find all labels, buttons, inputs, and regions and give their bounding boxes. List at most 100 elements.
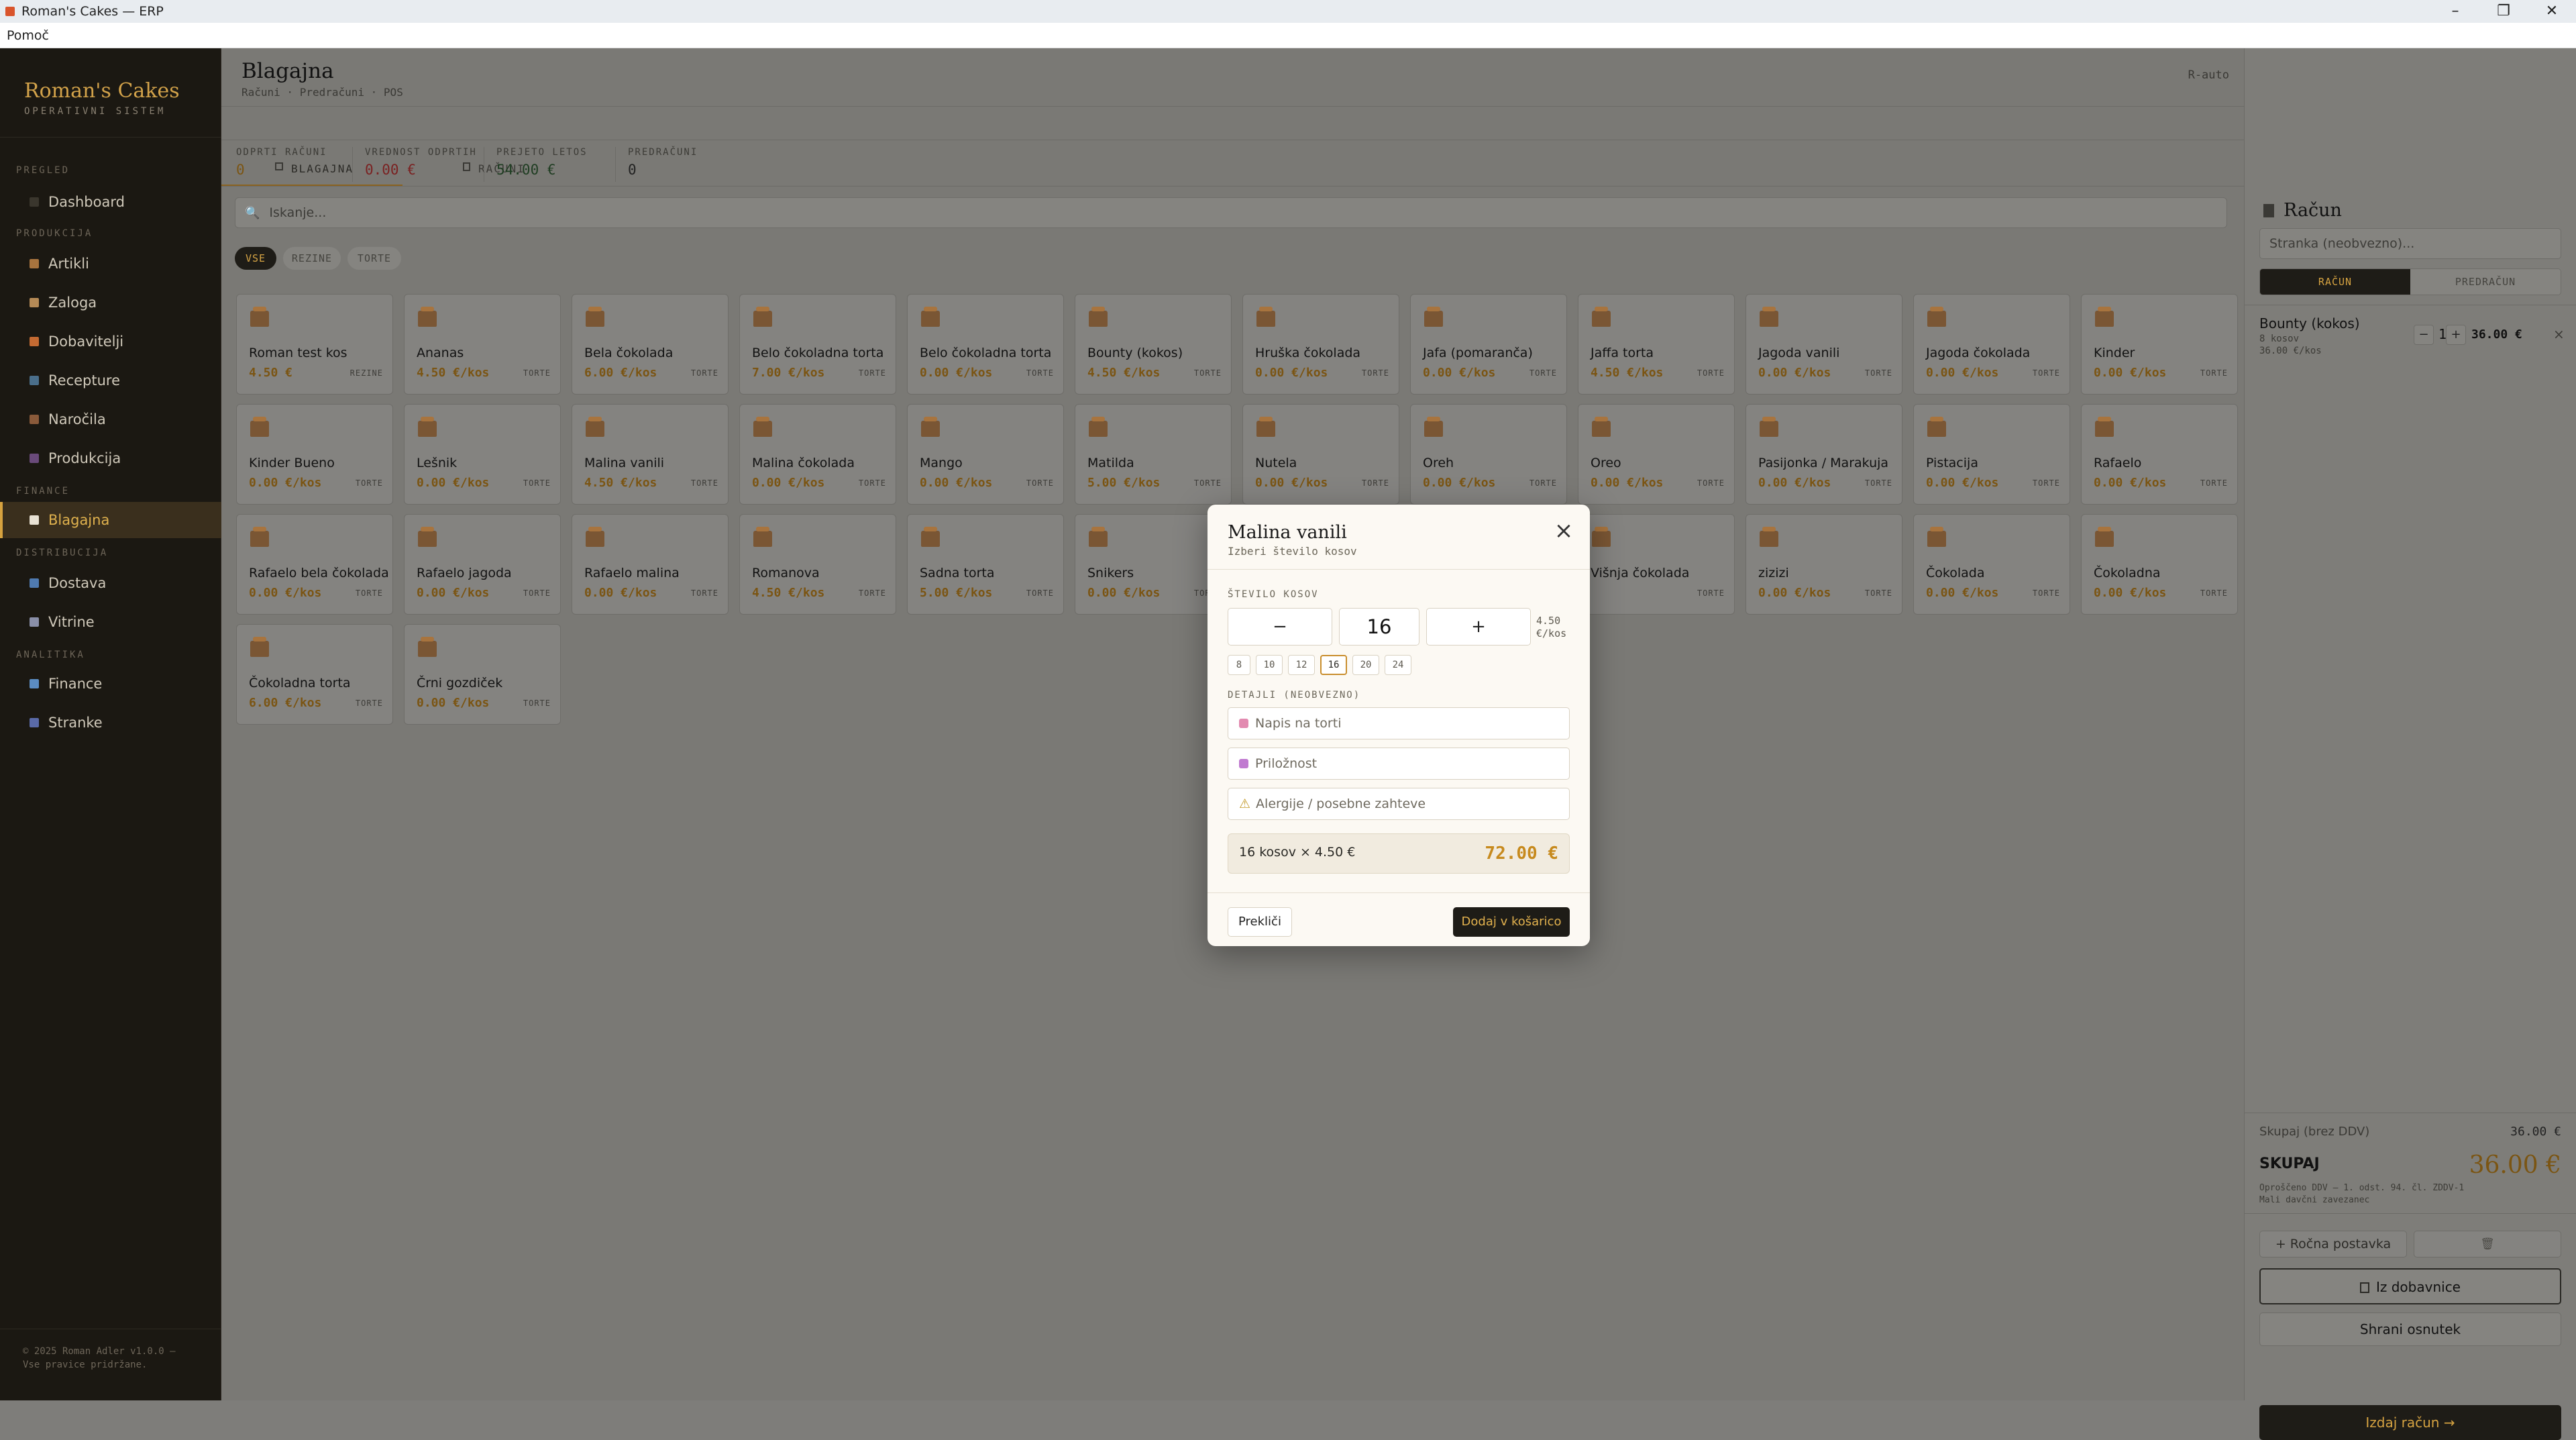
sidebar-item-vitrine[interactable]: Vitrine [0, 604, 221, 640]
product-card[interactable]: Oreo 0.00 €/kos TORTE [1578, 404, 1735, 505]
preset-16[interactable]: 16 [1320, 655, 1347, 675]
delete-icon[interactable]: 🗑 [2414, 1231, 2561, 1257]
inscription-input[interactable]: Napis na torti [1228, 707, 1570, 739]
product-card[interactable]: Rafaelo 0.00 €/kos TORTE [2081, 404, 2238, 505]
search-input[interactable]: 🔍 Iskanje... [235, 197, 2227, 228]
preset-12[interactable]: 12 [1288, 655, 1315, 675]
cart-item-total: 36.00 € [2471, 327, 2522, 342]
sidebar-item-narocila[interactable]: Naročila [0, 401, 221, 438]
product-card[interactable]: zizizi 0.00 €/kos TORTE [1746, 514, 1902, 615]
search-icon: 🔍 [245, 205, 260, 220]
filter-torte[interactable]: TORTE [347, 247, 401, 270]
product-card[interactable]: Bela čokolada 6.00 €/kos TORTE [572, 294, 729, 395]
product-card[interactable]: Čokoladna torta 6.00 €/kos TORTE [236, 624, 393, 725]
preset-24[interactable]: 24 [1385, 655, 1411, 675]
product-name: Snikers [1087, 566, 1134, 580]
product-card[interactable]: Črni gozdiček 0.00 €/kos TORTE [404, 624, 561, 725]
sidebar-item-zaloga[interactable]: Zaloga [0, 285, 221, 321]
sidebar-item-label: Stranke [48, 715, 103, 731]
product-card[interactable]: Kinder 0.00 €/kos TORTE [2081, 294, 2238, 395]
input-placeholder: Alergije / posebne zahteve [1256, 796, 1426, 811]
product-card[interactable]: Romanova 4.50 €/kos TORTE [739, 514, 896, 615]
decrement-button[interactable]: − [1228, 608, 1332, 646]
sidebar-item-label: Zaloga [48, 295, 97, 311]
menu-help[interactable]: Pomoč [7, 28, 49, 43]
product-card[interactable]: Rafaelo malina 0.00 €/kos TORTE [572, 514, 729, 615]
close-icon[interactable]: × [1552, 519, 1575, 542]
product-name: Hruška čokolada [1255, 346, 1361, 360]
sidebar-item-dashboard[interactable]: Dashboard [0, 184, 221, 220]
product-price: 0.00 €/kos [1758, 366, 1831, 380]
sidebar-item-finance[interactable]: Finance [0, 666, 221, 702]
sidebar-item-stranke[interactable]: Stranke [0, 705, 221, 741]
issue-invoice-button[interactable]: Izdaj račun → [2259, 1405, 2561, 1440]
product-name: Rafaelo bela čokolada [249, 566, 389, 580]
from-supplier-button[interactable]: Iz dobavnice [2259, 1268, 2561, 1304]
sidebar-item-blagajna[interactable]: Blagajna [0, 502, 221, 538]
increment-button[interactable]: + [1426, 608, 1531, 646]
product-card[interactable]: Jafa (pomaranča) 0.00 €/kos TORTE [1410, 294, 1567, 395]
product-card[interactable]: Oreh 0.00 €/kos TORTE [1410, 404, 1567, 505]
product-card[interactable]: Bounty (kokos) 4.50 €/kos TORTE [1075, 294, 1232, 395]
sidebar-item-dobavitelji[interactable]: Dobavitelji [0, 323, 221, 360]
sidebar-item-dostava[interactable]: Dostava [0, 565, 221, 601]
add-to-cart-button[interactable]: Dodaj v košarico [1453, 907, 1570, 937]
preset-20[interactable]: 20 [1352, 655, 1379, 675]
product-card[interactable]: Sadna torta 5.00 €/kos TORTE [907, 514, 1064, 615]
filter-rezine[interactable]: REZINE [283, 247, 341, 270]
minimize-icon[interactable]: – [2431, 0, 2479, 23]
sidebar-item-produkcija[interactable]: Produkcija [0, 440, 221, 476]
cake-icon [1424, 307, 1443, 327]
preset-8[interactable]: 8 [1228, 655, 1250, 675]
product-card[interactable]: Rafaelo jagoda 0.00 €/kos TORTE [404, 514, 561, 615]
product-card[interactable]: Čokoladna 0.00 €/kos TORTE [2081, 514, 2238, 615]
cart-increment-button[interactable]: + [2446, 325, 2466, 345]
product-card[interactable]: Rafaelo bela čokolada 0.00 €/kos TORTE [236, 514, 393, 615]
toggle-racun[interactable]: RAČUN [2260, 269, 2410, 295]
product-card[interactable]: Jagoda čokolada 0.00 €/kos TORTE [1913, 294, 2070, 395]
cancel-button[interactable]: Prekliči [1228, 907, 1292, 937]
product-name: Čokoladna torta [249, 676, 351, 690]
sidebar-item-artikli[interactable]: Artikli [0, 246, 221, 282]
remove-item-icon[interactable]: × [2553, 326, 2565, 342]
product-card[interactable]: Jaffa torta 4.50 €/kos TORTE [1578, 294, 1735, 395]
quantity-input[interactable]: 16 [1339, 608, 1419, 646]
toggle-predracun[interactable]: PREDRAČUN [2410, 269, 2561, 295]
product-card[interactable]: Matilda 5.00 €/kos TORTE [1075, 404, 1232, 505]
search-placeholder: Iskanje... [269, 205, 327, 220]
product-price: 0.00 €/kos [417, 476, 490, 490]
product-card[interactable]: Malina vanili 4.50 €/kos TORTE [572, 404, 729, 505]
maximize-icon[interactable]: ❐ [2479, 0, 2528, 23]
product-card[interactable]: Pistacija 0.00 €/kos TORTE [1913, 404, 2070, 505]
product-card[interactable]: Jagoda vanili 0.00 €/kos TORTE [1746, 294, 1902, 395]
occasion-input[interactable]: Priložnost [1228, 748, 1570, 780]
product-price: 4.50 €/kos [1591, 366, 1664, 380]
preset-10[interactable]: 10 [1256, 655, 1283, 675]
product-category: TORTE [2032, 588, 2060, 598]
product-card[interactable]: Mango 0.00 €/kos TORTE [907, 404, 1064, 505]
product-card[interactable]: Kinder Bueno 0.00 €/kos TORTE [236, 404, 393, 505]
product-card[interactable]: Belo čokoladna torta 7.00 €/kos TORTE [739, 294, 896, 395]
customer-input[interactable]: Stranka (neobvezno)... [2259, 228, 2561, 259]
filter-vse[interactable]: VSE [235, 247, 276, 270]
qty-label: ŠTEVILO KOSOV [1228, 589, 1319, 600]
allergy-input[interactable]: ⚠ Alergije / posebne zahteve [1228, 788, 1570, 820]
product-card[interactable]: Belo čokoladna torta 0.00 €/kos TORTE [907, 294, 1064, 395]
product-card[interactable]: Malina čokolada 0.00 €/kos TORTE [739, 404, 896, 505]
cart-decrement-button[interactable]: − [2414, 325, 2434, 345]
product-card[interactable]: Pasijonka / Marakuja 0.00 €/kos TORTE [1746, 404, 1902, 505]
product-card[interactable]: Nutela 0.00 €/kos TORTE [1242, 404, 1399, 505]
product-card[interactable]: Čokolada 0.00 €/kos TORTE [1913, 514, 2070, 615]
sidebar-item-recepture[interactable]: Recepture [0, 362, 221, 399]
product-card[interactable]: Lešnik 0.00 €/kos TORTE [404, 404, 561, 505]
product-name: Višnja čokolada [1591, 566, 1690, 580]
product-card[interactable]: Višnja čokolada TORTE [1578, 514, 1735, 615]
product-card[interactable]: Ananas 4.50 €/kos TORTE [404, 294, 561, 395]
product-card[interactable]: Roman test kos 4.50 € REZINE [236, 294, 393, 395]
product-card[interactable]: Hruška čokolada 0.00 €/kos TORTE [1242, 294, 1399, 395]
manual-item-button[interactable]: + Ročna postavka [2259, 1231, 2407, 1257]
close-window-icon[interactable]: ✕ [2528, 0, 2576, 23]
product-price: 0.00 €/kos [1423, 366, 1496, 380]
save-draft-button[interactable]: Shrani osnutek [2259, 1313, 2561, 1346]
product-price: 5.00 €/kos [1087, 476, 1161, 490]
